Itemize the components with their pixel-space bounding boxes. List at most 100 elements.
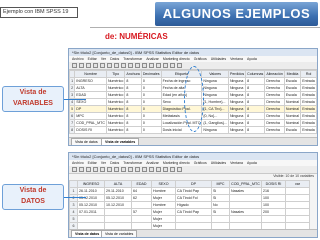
table-cell[interactable]: 8	[124, 98, 142, 106]
table-cell[interactable]: 8	[245, 91, 266, 99]
table-cell[interactable]: DP	[74, 105, 107, 113]
table-cell[interactable]: Derecha	[264, 105, 285, 113]
column-header[interactable]: SEXO	[151, 180, 176, 188]
toolbar-button[interactable]	[142, 63, 147, 68]
table-cell[interactable]: 0	[140, 105, 162, 113]
row-number[interactable]: 4	[69, 208, 78, 216]
toolbar-button[interactable]	[149, 167, 154, 172]
column-header[interactable]: Medida	[283, 70, 302, 78]
table-cell[interactable]: Ninguna	[227, 77, 247, 85]
table-cell[interactable]: Numérico	[105, 105, 126, 113]
table-cell[interactable]	[285, 194, 310, 202]
table-cell[interactable]: Mujer	[151, 208, 176, 216]
toolbar-button[interactable]	[142, 167, 147, 172]
table-cell[interactable]: Numérico	[105, 77, 126, 85]
column-header[interactable]: Alineación	[264, 70, 285, 78]
table-cell[interactable]: 8	[245, 77, 266, 85]
table-cell[interactable]: 8	[124, 119, 142, 127]
table-cell[interactable]: 8	[245, 105, 266, 113]
menu-item[interactable]: Ayuda	[247, 161, 257, 165]
table-cell[interactable]: {1, Ganglios}...	[201, 119, 229, 127]
column-header[interactable]: DP	[175, 180, 212, 188]
table-cell[interactable]: Escala	[283, 126, 302, 134]
toolbar-button[interactable]	[100, 63, 105, 68]
toolbar-button[interactable]	[177, 63, 182, 68]
table-cell[interactable]: 26.11.2010	[77, 187, 105, 195]
column-header[interactable]: Decimales	[140, 70, 162, 78]
table-cell[interactable]: 0	[140, 119, 162, 127]
toolbar-button[interactable]	[93, 63, 98, 68]
table-cell[interactable]: Nominal	[283, 105, 302, 113]
toolbar-button[interactable]	[170, 63, 175, 68]
table-cell[interactable]: 100	[261, 194, 286, 202]
menu-item[interactable]: Ver	[101, 161, 106, 165]
table-cell[interactable]: 8	[245, 84, 266, 92]
table-cell[interactable]	[229, 194, 262, 202]
table-cell[interactable]: Si	[211, 194, 230, 202]
table-cell[interactable]: Ninguna	[201, 84, 229, 92]
table-cell[interactable]: Si	[211, 187, 230, 195]
table-cell[interactable]: Nasales	[229, 187, 262, 195]
table-cell[interactable]	[285, 215, 310, 223]
menu-item[interactable]: Analizar	[146, 161, 159, 165]
table-cell[interactable]: 05.12.2010	[104, 194, 132, 202]
table-cell[interactable]: Derecha	[264, 77, 285, 85]
column-header[interactable]: Tipo	[105, 70, 126, 78]
table-cell[interactable]: Numérico	[105, 126, 126, 134]
toolbar-button[interactable]	[86, 167, 91, 172]
table-cell[interactable]: {1, Hombre}...	[201, 98, 229, 106]
table-cell[interactable]: Nominal	[283, 98, 302, 106]
menu-item[interactable]: Archivo	[72, 161, 84, 165]
table-cell[interactable]: Numérico	[105, 112, 126, 120]
table-cell[interactable]: Hígado	[175, 201, 212, 209]
menu-item[interactable]: Marketing directo	[163, 57, 190, 61]
table-cell[interactable]: Entrada	[300, 98, 317, 106]
table-cell[interactable]: Si	[211, 208, 230, 216]
table-cell[interactable]: Nasales	[229, 208, 262, 216]
table-row[interactable]: 4 07.01.2011 57 Mujer CA Tiroid Pap Si Nasales…	[69, 208, 310, 216]
table-cell[interactable]: Hombre	[151, 187, 176, 195]
table-cell[interactable]: 0	[140, 126, 162, 134]
row-number[interactable]: 2	[69, 194, 78, 202]
table-cell[interactable]	[104, 215, 132, 223]
table-cell[interactable]: Derecha	[264, 126, 285, 134]
toolbar-button[interactable]	[100, 167, 105, 172]
table-cell[interactable]: CA Tiroid Pap	[175, 208, 212, 216]
table-cell[interactable]: DOSIS RI	[74, 126, 107, 134]
table-cell[interactable]: 0	[140, 91, 162, 99]
table-cell[interactable]: Ninguna	[227, 91, 247, 99]
row-number[interactable]: 5	[69, 215, 78, 223]
table-cell[interactable]: Derecha	[264, 98, 285, 106]
table-cell[interactable]	[175, 215, 212, 223]
table-cell[interactable]	[285, 201, 310, 209]
column-header[interactable]: Anchura	[124, 70, 142, 78]
table-cell[interactable]	[104, 208, 132, 216]
toolbar-button[interactable]	[163, 63, 168, 68]
column-header[interactable]: var	[285, 180, 310, 188]
column-header[interactable]: Nombre	[74, 70, 107, 78]
table-cell[interactable]: 8	[124, 91, 142, 99]
table-cell[interactable]: 8	[245, 126, 266, 134]
toolbar-button[interactable]	[170, 167, 175, 172]
toolbar-button[interactable]	[156, 63, 161, 68]
table-cell[interactable]: 8	[245, 112, 266, 120]
table-cell[interactable]: Derecha	[264, 91, 285, 99]
table-row[interactable]: 205.12.201005.12.201062MujerCA Tiroid Fo…	[69, 194, 310, 202]
toolbar-button[interactable]	[79, 63, 84, 68]
menu-item[interactable]: Ayuda	[247, 57, 257, 61]
toolbar-button[interactable]	[135, 63, 140, 68]
table-row[interactable]: 3 05.12.2010 10.12.2010 Hombre Hígado No 100	[69, 201, 310, 209]
table-cell[interactable]: Numérico	[105, 119, 126, 127]
column-header[interactable]: DOSIS RI	[261, 180, 286, 188]
menu-item[interactable]: Editar	[88, 57, 97, 61]
table-cell[interactable]: 29.11.2010	[104, 187, 132, 195]
toolbar-button[interactable]	[128, 167, 133, 172]
table-cell[interactable]: Entrada	[300, 119, 317, 127]
table-cell[interactable]: Entrada	[300, 77, 317, 85]
table-cell[interactable]: Entrada	[300, 126, 317, 134]
toolbar-button[interactable]	[72, 167, 77, 172]
column-header[interactable]: Rol	[300, 70, 317, 78]
column-header[interactable]: INGRESO	[77, 180, 105, 188]
table-row[interactable]: 1 26.11.2010 29.11.2010 64 Hombre CA Tiroid P…	[69, 187, 310, 195]
table-cell[interactable]: 8	[245, 119, 266, 127]
